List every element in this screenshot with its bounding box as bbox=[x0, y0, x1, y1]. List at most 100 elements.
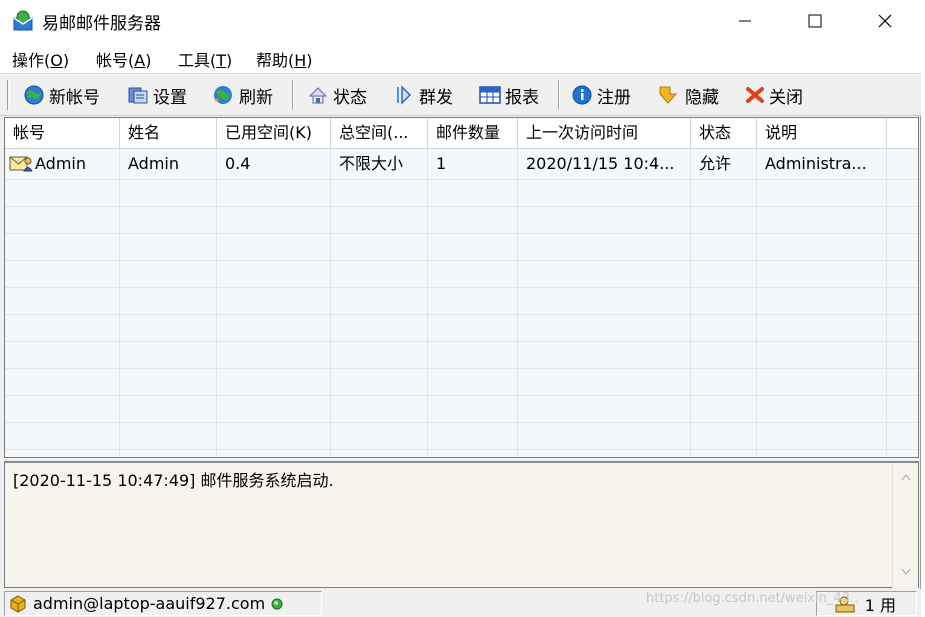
maximize-icon bbox=[808, 14, 822, 28]
globe-add-icon bbox=[24, 85, 44, 105]
menu-tools-label: 工具( bbox=[178, 51, 217, 70]
report-button[interactable]: 报表 bbox=[478, 80, 539, 110]
column-header-note[interactable]: 说明 bbox=[757, 118, 887, 149]
menu-account-key: A bbox=[134, 51, 146, 70]
window-title: 易邮邮件服务器 bbox=[42, 14, 161, 34]
new-account-label: 新帐号 bbox=[49, 87, 100, 108]
toolbar-separator bbox=[292, 80, 294, 110]
cell-name: Admin bbox=[128, 154, 179, 173]
grid-line bbox=[5, 395, 918, 396]
grid-line bbox=[5, 260, 918, 261]
refresh-icon bbox=[214, 86, 232, 104]
menu-tools-tail: ) bbox=[226, 51, 233, 70]
column-header-filler bbox=[887, 118, 918, 149]
report-table-icon bbox=[479, 86, 501, 104]
menu-tools[interactable]: 工具(T) bbox=[178, 47, 232, 71]
log-line: [2020-11-15 10:47:49] 邮件服务系统启动. bbox=[13, 471, 334, 490]
table-row[interactable]: Admin Admin 0.4 不限大小 1 2020/11/15 10:4..… bbox=[5, 149, 918, 179]
status-online-count: 1 用 bbox=[864, 595, 896, 615]
title-bar: 易邮邮件服务器 bbox=[0, 0, 921, 42]
menu-help-tail: ) bbox=[306, 51, 313, 70]
refresh-label: 刷新 bbox=[239, 87, 273, 108]
grid-line bbox=[216, 149, 217, 457]
watermark: https://blog.csdn.net/weixin_43.. bbox=[646, 591, 859, 606]
close-label: 关闭 bbox=[769, 87, 803, 108]
grid-line bbox=[330, 149, 331, 457]
cell-last-access: 2020/11/15 10:4... bbox=[526, 154, 675, 173]
grid-line bbox=[517, 149, 518, 457]
close-button[interactable]: 关闭 bbox=[744, 80, 803, 110]
status-user: admin@laptop-aauif927.com bbox=[33, 594, 266, 613]
column-header-total-space[interactable]: 总空间(... bbox=[331, 118, 428, 149]
report-label: 报表 bbox=[505, 87, 539, 108]
new-account-button[interactable]: 新帐号 bbox=[22, 80, 100, 110]
column-header-name[interactable]: 姓名 bbox=[120, 118, 217, 149]
cell-mail-count: 1 bbox=[436, 154, 447, 173]
menu-account[interactable]: 帐号(A) bbox=[96, 47, 151, 71]
grid-line bbox=[756, 149, 757, 457]
close-window-button[interactable] bbox=[850, 0, 920, 42]
menu-help-key: H bbox=[294, 51, 307, 70]
menu-operation-tail: ) bbox=[62, 51, 70, 70]
cell-total-space: 不限大小 bbox=[339, 154, 404, 173]
log-scrollbar[interactable] bbox=[892, 463, 918, 588]
minimize-icon bbox=[739, 20, 751, 22]
menu-operation-key: O bbox=[50, 51, 63, 70]
menu-tools-key: T bbox=[216, 51, 227, 70]
grid-line bbox=[5, 206, 918, 207]
minimize-button[interactable] bbox=[710, 0, 780, 42]
menu-operation[interactable]: 操作(O) bbox=[12, 47, 69, 71]
grid-line bbox=[5, 422, 918, 423]
log-panel[interactable]: [2020-11-15 10:47:49] 邮件服务系统启动. bbox=[4, 461, 919, 588]
column-header-account[interactable]: 帐号 bbox=[5, 118, 120, 149]
close-x-icon bbox=[746, 87, 764, 103]
menu-bar: 操作(O) 帐号(A) 工具(T) 帮助(H) bbox=[0, 42, 921, 74]
close-icon bbox=[878, 14, 892, 28]
info-icon bbox=[572, 85, 592, 105]
send-arrow-icon bbox=[397, 85, 412, 105]
scroll-up-icon[interactable] bbox=[901, 473, 911, 481]
status-icon bbox=[308, 87, 328, 104]
status-label: 状态 bbox=[333, 87, 367, 108]
list-header: 帐号 姓名 已用空间(K) 总空间(... 邮件数量 上一次访问时间 状态 说明 bbox=[5, 118, 918, 149]
column-header-last-access[interactable]: 上一次访问时间 bbox=[518, 118, 691, 149]
settings-button[interactable]: 设置 bbox=[126, 80, 187, 110]
grid-line bbox=[886, 149, 887, 457]
grid-line bbox=[5, 314, 918, 315]
settings-icon bbox=[128, 87, 148, 104]
grid-line bbox=[5, 341, 918, 342]
grid-line bbox=[119, 149, 120, 457]
menu-help[interactable]: 帮助(H) bbox=[256, 47, 313, 71]
maximize-button[interactable] bbox=[780, 0, 850, 42]
hide-label: 隐藏 bbox=[685, 87, 719, 108]
account-list[interactable]: 帐号 姓名 已用空间(K) 总空间(... 邮件数量 上一次访问时间 状态 说明 bbox=[4, 117, 919, 458]
menu-account-label: 帐号( bbox=[96, 51, 135, 70]
mass-send-button[interactable]: 群发 bbox=[394, 80, 453, 110]
grid-line bbox=[5, 287, 918, 288]
cell-note: Administra... bbox=[765, 154, 867, 173]
grid-line bbox=[5, 449, 918, 450]
hide-button[interactable]: 隐藏 bbox=[656, 80, 719, 110]
toolbar-separator-2 bbox=[558, 80, 560, 110]
grid-line bbox=[690, 149, 691, 457]
main-window: 易邮邮件服务器 操作(O) 帐号(A) 工具(T) 帮助(H) 新帐号 设置 刷… bbox=[0, 0, 921, 617]
column-header-used-space[interactable]: 已用空间(K) bbox=[217, 118, 331, 149]
toolbar: 新帐号 设置 刷新 状态 群发 报表 注册 隐藏 关闭 bbox=[0, 74, 921, 116]
column-header-mail-count[interactable]: 邮件数量 bbox=[428, 118, 518, 149]
cell-status: 允许 bbox=[699, 154, 732, 173]
refresh-button[interactable]: 刷新 bbox=[210, 80, 273, 110]
list-body: Admin Admin 0.4 不限大小 1 2020/11/15 10:4..… bbox=[5, 149, 918, 457]
register-label: 注册 bbox=[597, 87, 631, 108]
cube-icon bbox=[10, 594, 26, 613]
menu-account-tail: ) bbox=[145, 51, 152, 70]
scroll-down-icon[interactable] bbox=[901, 568, 911, 576]
cell-used-space: 0.4 bbox=[225, 154, 251, 173]
menu-operation-label: 操作( bbox=[12, 51, 51, 70]
cell-account: Admin bbox=[35, 154, 86, 173]
status-pane-user: admin@laptop-aauif927.com bbox=[4, 591, 322, 616]
status-button[interactable]: 状态 bbox=[306, 80, 367, 110]
grid-line bbox=[5, 179, 918, 180]
column-header-status[interactable]: 状态 bbox=[691, 118, 757, 149]
toolbar-grip[interactable] bbox=[7, 80, 10, 110]
register-button[interactable]: 注册 bbox=[570, 80, 631, 110]
